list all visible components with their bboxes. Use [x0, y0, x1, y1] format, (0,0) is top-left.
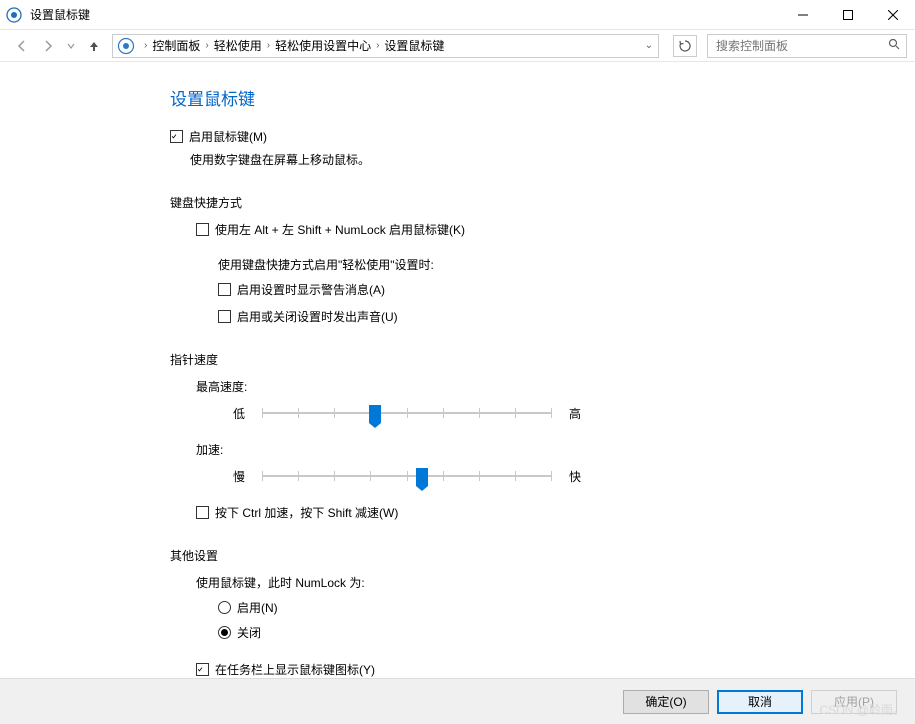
- radio-on-row: 启用(N): [218, 599, 790, 616]
- recent-dropdown[interactable]: [66, 42, 76, 50]
- use-shortcut-label[interactable]: 使用左 Alt + 左 Shift + NumLock 启用鼠标键(K): [215, 221, 465, 238]
- enable-mousekeys-checkbox[interactable]: [170, 130, 183, 143]
- maximize-button[interactable]: [825, 0, 870, 29]
- chevron-right-icon: ›: [200, 40, 213, 51]
- taskbar-icon-checkbox[interactable]: [196, 663, 209, 676]
- accel-slider[interactable]: [262, 466, 552, 486]
- top-speed-low: 低: [226, 405, 252, 422]
- window-buttons: [780, 0, 915, 29]
- titlebar: 设置鼠标键: [0, 0, 915, 30]
- search-box[interactable]: [707, 34, 907, 58]
- breadcrumb: 控制面板 › 轻松使用 › 轻松使用设置中心 › 设置鼠标键: [152, 37, 444, 54]
- shortcut-heading: 键盘快捷方式: [170, 194, 790, 211]
- search-icon: [888, 37, 900, 55]
- button-bar: 确定(O) 取消 应用(P): [0, 678, 915, 724]
- top-speed-slider-row: 低 高: [226, 403, 790, 423]
- crumb-ease-center[interactable]: 轻松使用设置中心: [275, 37, 371, 54]
- address-bar[interactable]: › 控制面板 › 轻松使用 › 轻松使用设置中心 › 设置鼠标键 ⌄: [112, 34, 659, 58]
- numlock-off-radio[interactable]: [218, 626, 231, 639]
- numlock-off-label[interactable]: 关闭: [237, 624, 261, 641]
- chevron-right-icon: ›: [371, 40, 384, 51]
- top-speed-label: 最高速度:: [196, 378, 790, 395]
- app-icon: [6, 7, 22, 23]
- address-dropdown[interactable]: ⌄: [640, 40, 658, 51]
- crumb-mousekeys[interactable]: 设置鼠标键: [384, 37, 444, 54]
- accel-slider-row: 慢 快: [226, 466, 790, 486]
- radio-off-row: 关闭: [218, 624, 790, 641]
- use-shortcut-checkbox[interactable]: [196, 223, 209, 236]
- numlock-on-radio[interactable]: [218, 601, 231, 614]
- shortcut-when-heading: 使用键盘快捷方式启用"轻松使用"设置时:: [218, 256, 790, 273]
- show-warning-row: 启用设置时显示警告消息(A): [218, 281, 790, 298]
- crumb-ease[interactable]: 轻松使用: [214, 37, 262, 54]
- refresh-button[interactable]: [673, 35, 697, 57]
- cancel-button[interactable]: 取消: [717, 690, 803, 714]
- taskbar-row: 在任务栏上显示鼠标键图标(Y): [196, 661, 790, 678]
- show-warning-label[interactable]: 启用设置时显示警告消息(A): [237, 281, 385, 298]
- forward-button[interactable]: [40, 39, 56, 53]
- accel-high: 快: [562, 468, 588, 485]
- crumb-control-panel[interactable]: 控制面板: [152, 37, 200, 54]
- content-pane: 设置鼠标键 启用鼠标键(M) 使用数字键盘在屏幕上移动鼠标。 键盘快捷方式 使用…: [170, 85, 790, 684]
- accel-label: 加速:: [196, 441, 790, 458]
- top-speed-high: 高: [562, 405, 588, 422]
- search-input[interactable]: [714, 38, 888, 54]
- apply-button: 应用(P): [811, 690, 897, 714]
- chevron-right-icon: ›: [139, 40, 152, 51]
- up-button[interactable]: [86, 39, 102, 53]
- enable-mousekeys-desc: 使用数字键盘在屏幕上移动鼠标。: [190, 151, 790, 168]
- ctrl-shift-row: 按下 Ctrl 加速，按下 Shift 减速(W): [196, 504, 790, 521]
- enable-mousekeys-label[interactable]: 启用鼠标键(M): [189, 128, 267, 145]
- nav-row: › 控制面板 › 轻松使用 › 轻松使用设置中心 › 设置鼠标键 ⌄: [0, 30, 915, 62]
- numlock-heading: 使用鼠标键，此时 NumLock 为:: [196, 574, 790, 591]
- accel-thumb[interactable]: [416, 468, 428, 486]
- accel-low: 慢: [226, 468, 252, 485]
- page-title: 设置鼠标键: [170, 85, 790, 110]
- enable-mousekeys-row: 启用鼠标键(M): [170, 128, 790, 145]
- window-title: 设置鼠标键: [30, 6, 780, 23]
- taskbar-icon-label[interactable]: 在任务栏上显示鼠标键图标(Y): [215, 661, 375, 678]
- play-sound-checkbox[interactable]: [218, 310, 231, 323]
- control-panel-icon: [117, 37, 135, 55]
- speed-heading: 指针速度: [170, 351, 790, 368]
- top-speed-slider[interactable]: [262, 403, 552, 423]
- ctrl-shift-checkbox[interactable]: [196, 506, 209, 519]
- numlock-on-label[interactable]: 启用(N): [237, 599, 278, 616]
- other-heading: 其他设置: [170, 547, 790, 564]
- top-speed-thumb[interactable]: [369, 405, 381, 423]
- play-sound-row: 启用或关闭设置时发出声音(U): [218, 308, 790, 325]
- close-button[interactable]: [870, 0, 915, 29]
- minimize-button[interactable]: [780, 0, 825, 29]
- play-sound-label[interactable]: 启用或关闭设置时发出声音(U): [237, 308, 398, 325]
- show-warning-checkbox[interactable]: [218, 283, 231, 296]
- back-button[interactable]: [14, 39, 30, 53]
- ctrl-shift-label[interactable]: 按下 Ctrl 加速，按下 Shift 减速(W): [215, 504, 398, 521]
- chevron-right-icon: ›: [262, 40, 275, 51]
- use-shortcut-row: 使用左 Alt + 左 Shift + NumLock 启用鼠标键(K): [196, 221, 790, 238]
- ok-button[interactable]: 确定(O): [623, 690, 709, 714]
